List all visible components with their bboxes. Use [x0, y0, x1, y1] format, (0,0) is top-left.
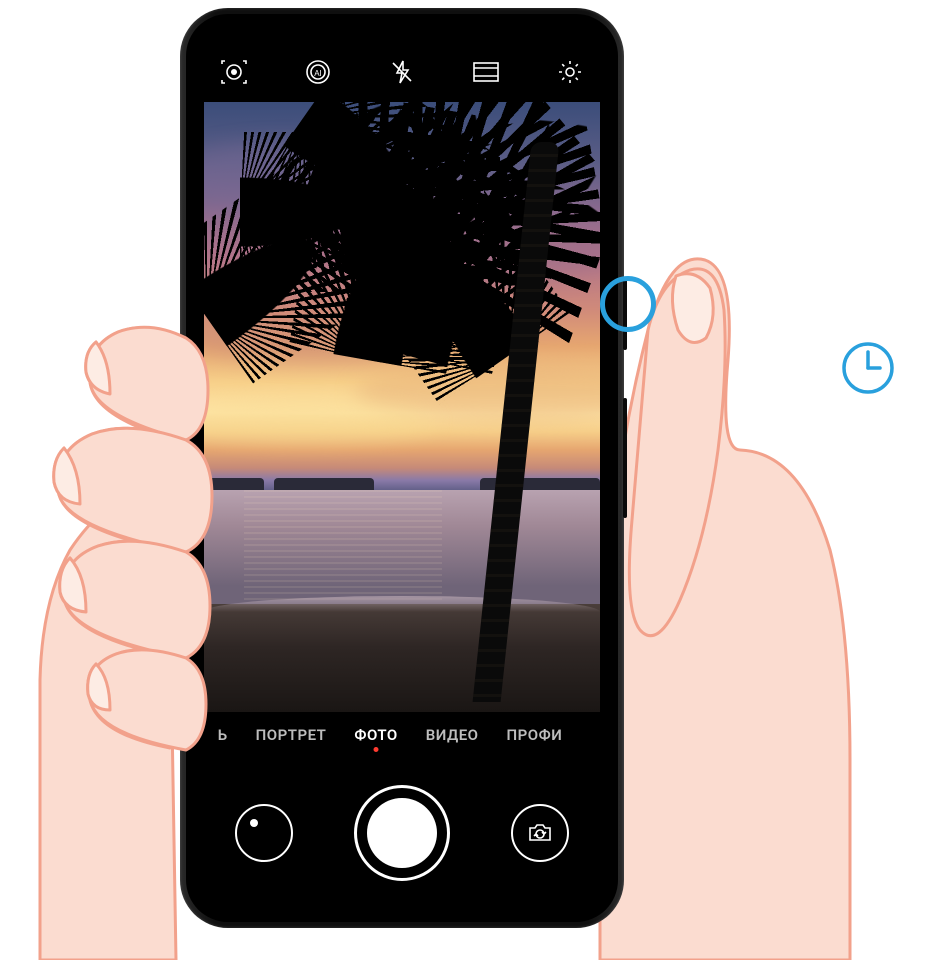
- settings-gear-icon[interactable]: [550, 52, 590, 92]
- camera-top-toolbar: AI: [204, 42, 600, 102]
- flash-off-icon[interactable]: [382, 52, 422, 92]
- switch-camera-button[interactable]: [511, 804, 569, 862]
- viewfinder-beach: [204, 604, 600, 712]
- viewfinder-sea: [204, 490, 600, 610]
- shutter-button[interactable]: [354, 785, 450, 881]
- gallery-thumbnail[interactable]: [235, 804, 293, 862]
- illustration-stage: AI: [0, 0, 930, 960]
- power-button-press-indicator: [600, 276, 656, 332]
- svg-text:AI: AI: [314, 69, 322, 78]
- aspect-ratio-icon[interactable]: [466, 52, 506, 92]
- palm-coconuts: [476, 200, 512, 228]
- mode-item-pro[interactable]: ПРОФИ: [507, 726, 563, 744]
- camera-controls-row: [204, 758, 600, 894]
- phone-bezel: AI: [186, 14, 618, 922]
- mode-item-video[interactable]: ВИДЕО: [426, 726, 479, 744]
- camera-modes-row[interactable]: Ь ПОРТРЕТ ФОТО ВИДЕО ПРОФИ: [204, 712, 600, 758]
- camera-app-screen: AI: [204, 42, 600, 894]
- phone-frame: AI: [180, 8, 624, 928]
- shutter-inner: [367, 798, 437, 868]
- ai-mode-icon[interactable]: AI: [298, 52, 338, 92]
- long-press-timer-icon: [840, 340, 896, 396]
- camera-viewfinder[interactable]: [204, 102, 600, 712]
- mode-item-photo[interactable]: ФОТО: [354, 726, 397, 744]
- lens-mode-icon[interactable]: [214, 52, 254, 92]
- mode-item-partial[interactable]: Ь: [218, 726, 228, 744]
- mode-item-portrait[interactable]: ПОРТРЕТ: [256, 726, 327, 744]
- phone-volume-button[interactable]: [623, 398, 627, 518]
